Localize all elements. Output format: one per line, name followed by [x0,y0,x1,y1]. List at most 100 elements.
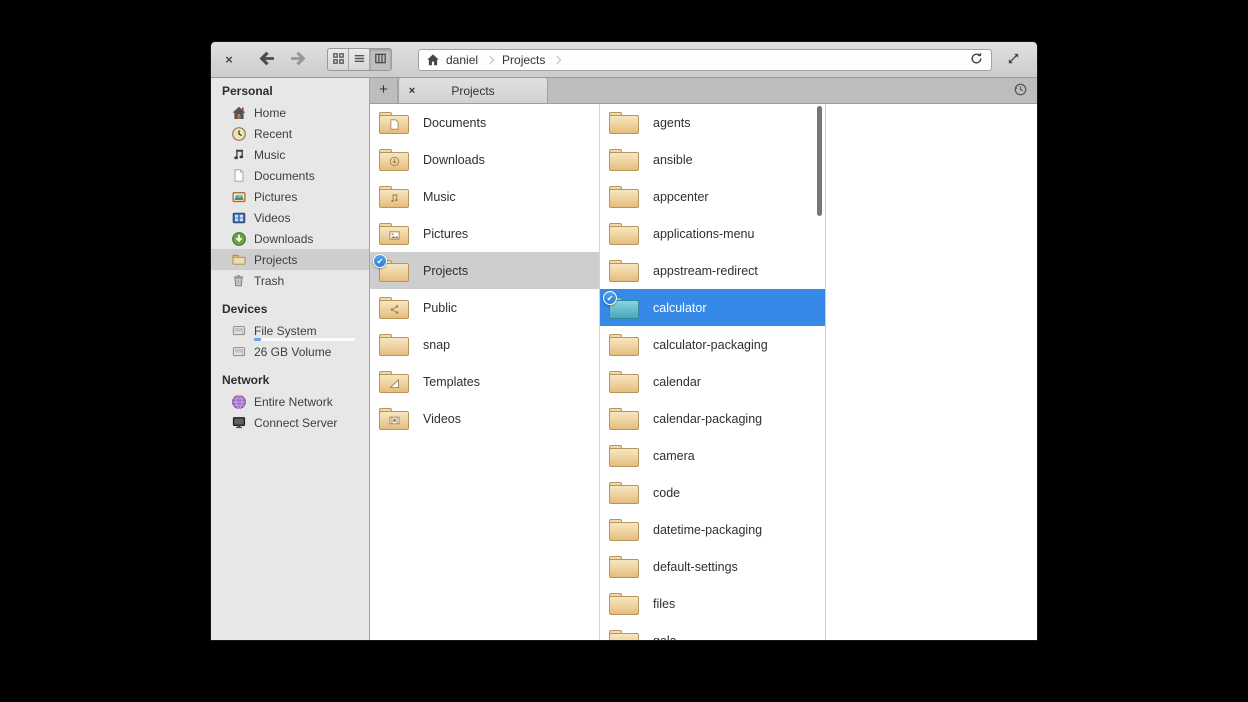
file-row-Public[interactable]: Public [370,289,599,326]
sidebar-section: Network Entire Network Connect Server [211,370,369,433]
file-row-files[interactable]: files [600,585,825,622]
file-name: snap [423,338,450,352]
sidebar-item-music[interactable]: Music [211,144,369,165]
breadcrumb-segment[interactable]: daniel [446,53,478,67]
file-name: files [653,597,675,611]
window-close-button[interactable]: × [219,50,239,70]
file-row-Music[interactable]: Music [370,178,599,215]
file-row-datetime-packaging[interactable]: datetime-packaging [600,511,825,548]
desktop-background: × [0,0,1248,702]
file-row-gala[interactable]: gala [600,622,825,640]
sidebar-item-documents[interactable]: Documents [211,165,369,186]
file-row-calculator[interactable]: ✔ calculator [600,289,825,326]
sidebar-item-home[interactable]: Home [211,102,369,123]
sidebar-item-recent[interactable]: Recent [211,123,369,144]
list-view-button[interactable] [349,49,370,70]
file-row-Documents[interactable]: Documents [370,104,599,141]
back-button[interactable] [253,48,279,72]
folder-emblem-icon [609,337,639,356]
file-row-Videos[interactable]: Videos [370,400,599,437]
sidebar-item-entire-network[interactable]: Entire Network [211,391,369,412]
folder-emblem-icon [379,226,409,245]
sidebar-item-trash[interactable]: Trash [211,270,369,291]
folder-icon [609,556,639,578]
refresh-button[interactable] [969,51,984,69]
file-name: Music [423,190,456,204]
folder-icon [609,630,639,641]
file-name: calendar-packaging [653,412,762,426]
folder-icon [379,223,409,245]
folder-emblem-icon [609,633,639,641]
recent-icon [230,126,247,142]
document-icon [230,168,247,184]
folder-icon [609,408,639,430]
file-row-default-settings[interactable]: default-settings [600,548,825,585]
expand-button[interactable] [1006,51,1021,69]
folder-emblem-icon [379,411,409,430]
tab-projects[interactable]: × Projects [398,78,548,103]
history-clock-icon [1013,82,1028,100]
history-button[interactable] [1003,78,1037,103]
file-row-Templates[interactable]: Templates [370,363,599,400]
sidebar-section-title: Network [211,370,369,391]
folder-icon [379,371,409,393]
breadcrumb-segment[interactable]: Projects [502,53,545,67]
file-row-calendar-packaging[interactable]: calendar-packaging [600,400,825,437]
sidebar-item-label: Entire Network [254,395,333,409]
folder-icon [609,482,639,504]
scrollbar-thumb[interactable] [817,106,822,216]
folder-icon [379,408,409,430]
file-row-calendar[interactable]: calendar [600,363,825,400]
file-row-agents[interactable]: agents [600,104,825,141]
folder-emblem-icon [609,411,639,430]
file-row-applications-menu[interactable]: applications-menu [600,215,825,252]
file-row-code[interactable]: code [600,474,825,511]
files-window: × [211,42,1037,640]
sidebar-item-26-gb-volume[interactable]: 26 GB Volume [211,341,369,362]
sidebar-item-label: Recent [254,127,292,141]
file-row-Projects[interactable]: ✔ Projects [370,252,599,289]
sidebar-item-videos[interactable]: Videos [211,207,369,228]
folder-emblem-icon [609,522,639,541]
file-row-snap[interactable]: snap [370,326,599,363]
view-switcher [327,48,392,71]
sidebar-section-items: Entire Network Connect Server [211,391,369,433]
path-bar[interactable]: daniel Projects [418,49,992,71]
folder-emblem-icon [379,189,409,208]
tab-close-button[interactable]: × [404,85,420,97]
file-row-calculator-packaging[interactable]: calculator-packaging [600,326,825,363]
folder-emblem-icon [379,152,409,171]
sidebar-item-file-system[interactable]: File System [211,320,369,341]
folder-emblem-icon [609,559,639,578]
sidebar-item-downloads[interactable]: Downloads [211,228,369,249]
sidebar-item-connect-server[interactable]: Connect Server [211,412,369,433]
sidebar-section-items: Home Recent Music Documents Pictures Vid… [211,102,369,291]
file-row-appstream-redirect[interactable]: appstream-redirect [600,252,825,289]
grid-view-button[interactable] [328,49,349,70]
forward-button[interactable] [285,48,311,72]
file-name: applications-menu [653,227,754,241]
network-globe-icon [230,394,247,410]
file-name: gala [653,634,677,641]
folder-emblem-icon [609,448,639,467]
file-name: Templates [423,375,480,389]
sidebar-item-projects[interactable]: Projects [211,249,369,270]
file-name: camera [653,449,695,463]
trash-icon [230,273,247,289]
column-view-button[interactable] [370,49,391,70]
file-row-appcenter[interactable]: appcenter [600,178,825,215]
miller-column-1: Documents Downloads Music Pictures ✔ Pro… [370,104,600,640]
miller-columns: Documents Downloads Music Pictures ✔ Pro… [370,104,1037,640]
file-row-Pictures[interactable]: Pictures [370,215,599,252]
folder-emblem-icon [609,485,639,504]
sidebar-item-label: Pictures [254,190,297,204]
folder-icon [230,252,247,268]
file-name: Pictures [423,227,468,241]
new-tab-button[interactable]: + [370,78,398,103]
file-row-Downloads[interactable]: Downloads [370,141,599,178]
file-row-ansible[interactable]: ansible [600,141,825,178]
sidebar-item-pictures[interactable]: Pictures [211,186,369,207]
file-name: calculator [653,301,707,315]
folder-icon [609,593,639,615]
file-row-camera[interactable]: camera [600,437,825,474]
